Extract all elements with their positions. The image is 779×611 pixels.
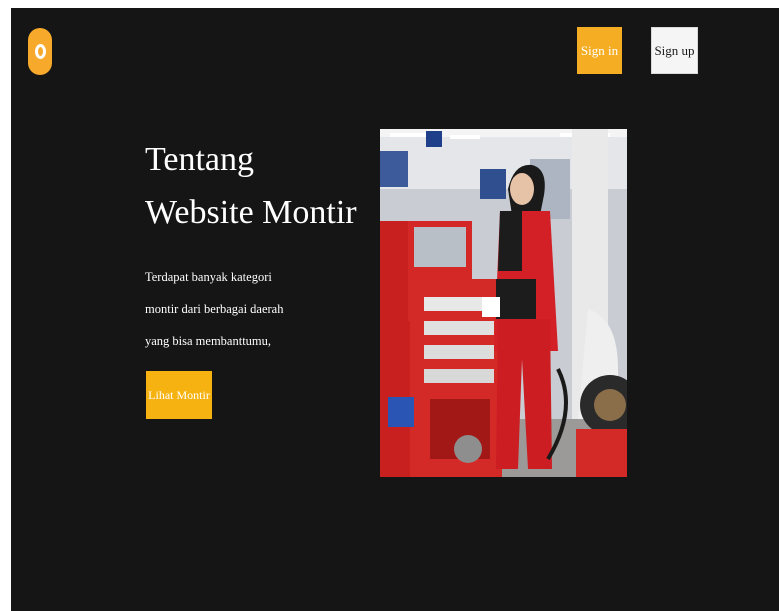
- logo-ring: [34, 44, 46, 59]
- ring-logo-icon[interactable]: [28, 28, 52, 75]
- sign-in-button[interactable]: Sign in: [577, 27, 622, 74]
- lihat-montir-button[interactable]: Lihat Montir: [146, 371, 212, 419]
- hero-title-line-2: Website Montir: [145, 193, 357, 231]
- hero-title-line-1: Tentang: [145, 141, 255, 178]
- hero-description: Terdapat banyak kategori montir dari ber…: [145, 270, 284, 348]
- hero-title: Tentang Website Montir: [145, 134, 365, 239]
- sign-up-button[interactable]: Sign up: [651, 27, 698, 74]
- page-frame: Sign in Sign up Tentang Website Montir T…: [11, 8, 779, 611]
- mechanic-photo: [380, 129, 627, 477]
